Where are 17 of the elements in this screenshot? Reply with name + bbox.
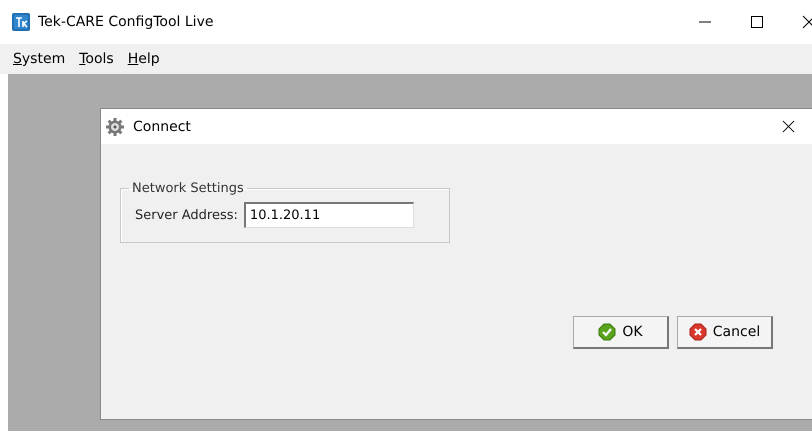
dialog-title: Connect (133, 118, 191, 134)
menu-item[interactable]: System (6, 49, 72, 69)
close-icon[interactable] (782, 120, 795, 133)
cancel-button[interactable]: Cancel (677, 316, 773, 349)
maximize-icon[interactable] (750, 15, 764, 29)
close-icon[interactable] (802, 15, 812, 29)
menu-item[interactable]: Help (120, 49, 167, 69)
server-address-field[interactable]: 10.1.20.11 (244, 202, 414, 228)
cross-icon (688, 323, 707, 341)
app-logo-icon (12, 13, 30, 31)
gear-icon (105, 116, 125, 136)
group-title: Network Settings (131, 181, 245, 196)
window-title: Tek-CARE ConfigTool Live (38, 14, 214, 30)
server-address-label: Server Address: (135, 208, 238, 222)
menu-item[interactable]: Tools (72, 49, 121, 69)
ok-button[interactable]: OK (573, 316, 669, 349)
check-icon (598, 323, 616, 341)
